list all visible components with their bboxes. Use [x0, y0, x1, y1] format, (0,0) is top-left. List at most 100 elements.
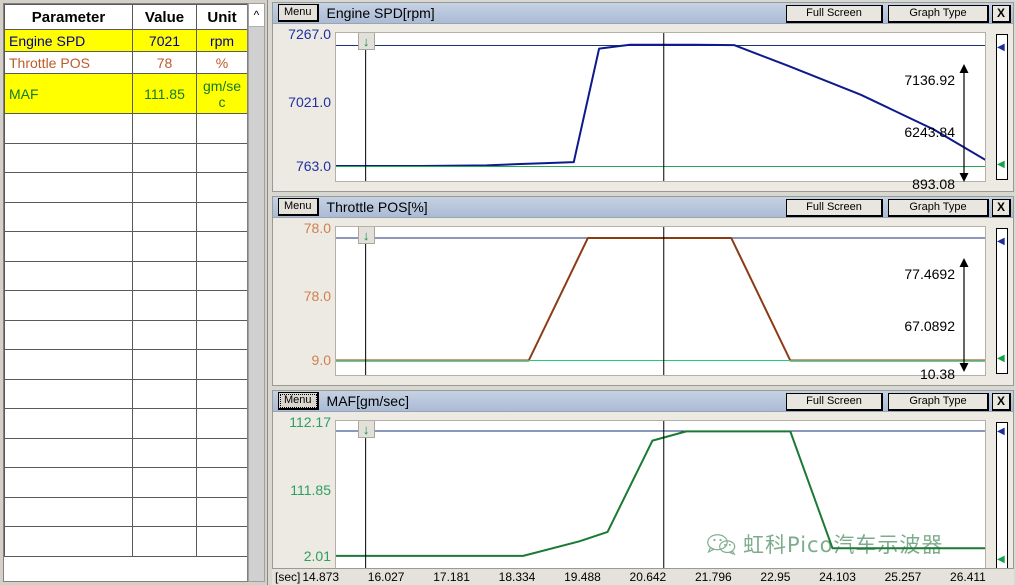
- measurement-readout: 893.08: [912, 176, 955, 192]
- range-marker-lower-icon[interactable]: ◀: [997, 354, 1007, 364]
- table-row-empty[interactable]: [4, 496, 247, 527]
- y-axis: 112.17 111.85 2.01: [273, 412, 335, 583]
- graph-menu-button[interactable]: Menu: [278, 4, 319, 22]
- table-row-empty[interactable]: [4, 290, 247, 321]
- y-axis-tick-label: 112.17: [289, 414, 331, 430]
- parameter-table: Parameter Value Unit Engine SPD 7021 rpm Th…: [4, 4, 247, 557]
- measurement-readout: 6243.84: [904, 124, 955, 140]
- cell-empty: [196, 319, 247, 350]
- parameter-table-scrollbar[interactable]: ^: [248, 3, 265, 582]
- table-row-empty[interactable]: [4, 349, 247, 380]
- table-row-empty[interactable]: [4, 378, 247, 409]
- cell-empty: [132, 260, 197, 291]
- cursor-marker-handle[interactable]: ↓: [357, 421, 375, 438]
- plot-area[interactable]: ↓: [335, 226, 986, 376]
- cell-parameter-unit: gm/sec: [196, 73, 247, 114]
- close-button[interactable]: X: [992, 199, 1011, 217]
- cell-empty: [132, 349, 197, 380]
- graph-menu-button[interactable]: Menu: [278, 392, 319, 410]
- range-slider[interactable]: ◀ ◀: [996, 228, 1008, 374]
- cell-empty: [132, 467, 197, 498]
- parameter-panel: Parameter Value Unit Engine SPD 7021 rpm Th…: [0, 0, 268, 585]
- cell-empty: [132, 290, 197, 321]
- cell-parameter-name: Throttle POS: [4, 51, 133, 74]
- plot-area[interactable]: ↓: [335, 420, 986, 573]
- measurement-readout: 7136.92: [904, 72, 955, 88]
- cell-parameter-unit: %: [196, 51, 247, 74]
- range-marker-upper-icon[interactable]: ◀: [997, 237, 1007, 247]
- full-screen-button[interactable]: Full Screen: [786, 5, 883, 23]
- table-row-empty[interactable]: [4, 260, 247, 291]
- y-axis: 78.0 78.0 9.0: [273, 218, 335, 386]
- range-marker-lower-icon[interactable]: ◀: [997, 555, 1007, 565]
- table-row-empty[interactable]: [4, 319, 247, 350]
- cell-empty: [132, 201, 197, 232]
- x-axis-tick-label: 14.873: [302, 570, 340, 584]
- x-axis-tick-label: 21.796: [694, 570, 732, 584]
- table-row[interactable]: MAF 111.85 gm/sec: [4, 73, 247, 114]
- graph-menu-button[interactable]: Menu: [278, 198, 319, 216]
- cell-empty: [4, 113, 133, 144]
- graph-stack: Menu Engine SPD[rpm] Full Screen Graph Type…: [270, 0, 1016, 585]
- table-row-empty[interactable]: [4, 467, 247, 498]
- cell-empty: [4, 467, 133, 498]
- range-marker-lower-icon[interactable]: ◀: [997, 160, 1007, 170]
- y-axis-tick-label: 2.01: [303, 548, 331, 564]
- table-row[interactable]: Throttle POS 78%: [4, 51, 247, 74]
- column-header-value: Value: [132, 4, 197, 30]
- x-axis-tick-label: 20.642: [629, 570, 667, 584]
- graph-type-button[interactable]: Graph Type: [888, 199, 989, 217]
- diagnostic-window: Parameter Value Unit Engine SPD 7021 rpm Th…: [0, 0, 1016, 585]
- measurement-readout: 10.38: [919, 366, 955, 382]
- full-screen-button[interactable]: Full Screen: [786, 393, 883, 411]
- scroll-up-arrow-icon[interactable]: ^: [249, 4, 264, 27]
- table-row-empty[interactable]: [4, 231, 247, 262]
- table-row[interactable]: Engine SPD 7021 rpm: [4, 29, 247, 52]
- cell-empty: [196, 231, 247, 262]
- graph-body: 112.17 111.85 2.01 ↓ ◀ ◀: [273, 412, 1013, 583]
- cell-empty: [4, 349, 133, 380]
- full-screen-button[interactable]: Full Screen: [786, 199, 883, 217]
- cursor-marker-handle[interactable]: ↓: [357, 33, 375, 50]
- cell-parameter-name: Engine SPD: [4, 29, 133, 52]
- cell-empty: [132, 231, 197, 262]
- y-axis-tick-label: 78.0: [303, 220, 331, 236]
- cell-parameter-value: 111.85: [132, 73, 197, 114]
- range-slider[interactable]: ◀ ◀: [996, 34, 1008, 180]
- cell-empty: [132, 319, 197, 350]
- graph-panel: Menu MAF[gm/sec] Full Screen Graph Type X 112…: [272, 390, 1014, 583]
- table-row-empty[interactable]: [4, 437, 247, 468]
- cell-empty: [196, 526, 247, 557]
- cursor-marker-handle[interactable]: ↓: [357, 227, 375, 244]
- cell-empty: [196, 496, 247, 527]
- cell-empty: [196, 260, 247, 291]
- cell-empty: [196, 172, 247, 203]
- table-row-empty[interactable]: [4, 172, 247, 203]
- table-row-empty[interactable]: [4, 142, 247, 173]
- graph-body: 78.0 78.0 9.0 ↓ 77.4692 67.0892 10.38 ◀ ◀: [273, 218, 1013, 386]
- x-axis-ticks: 14.873 16.027 17.181 18.334 19.488 20.642 21.7…: [302, 570, 1014, 584]
- cell-empty: [4, 319, 133, 350]
- x-axis-tick-label: 22.95: [760, 570, 791, 584]
- table-row-empty[interactable]: [4, 201, 247, 232]
- graph-title-bar: Menu MAF[gm/sec] Full Screen Graph Type X: [273, 391, 1013, 412]
- graph-type-button[interactable]: Graph Type: [888, 393, 989, 411]
- cell-empty: [196, 349, 247, 380]
- table-row-empty[interactable]: [4, 113, 247, 144]
- measurement-readout: 77.4692: [904, 266, 955, 282]
- graph-title-label: Engine SPD[rpm]: [326, 5, 435, 21]
- cell-empty: [4, 172, 133, 203]
- range-marker-upper-icon[interactable]: ◀: [997, 43, 1007, 53]
- x-axis-tick-label: 18.334: [498, 570, 536, 584]
- table-row-empty[interactable]: [4, 526, 247, 557]
- graph-type-button[interactable]: Graph Type: [888, 5, 989, 23]
- column-header-unit: Unit: [196, 4, 247, 30]
- range-marker-upper-icon[interactable]: ◀: [997, 427, 1007, 437]
- plot-area[interactable]: ↓: [335, 32, 986, 182]
- cell-empty: [4, 526, 133, 557]
- table-row-empty[interactable]: [4, 408, 247, 439]
- close-button[interactable]: X: [992, 5, 1011, 23]
- close-button[interactable]: X: [992, 393, 1011, 411]
- cell-empty: [132, 378, 197, 409]
- range-slider[interactable]: ◀ ◀: [996, 422, 1008, 571]
